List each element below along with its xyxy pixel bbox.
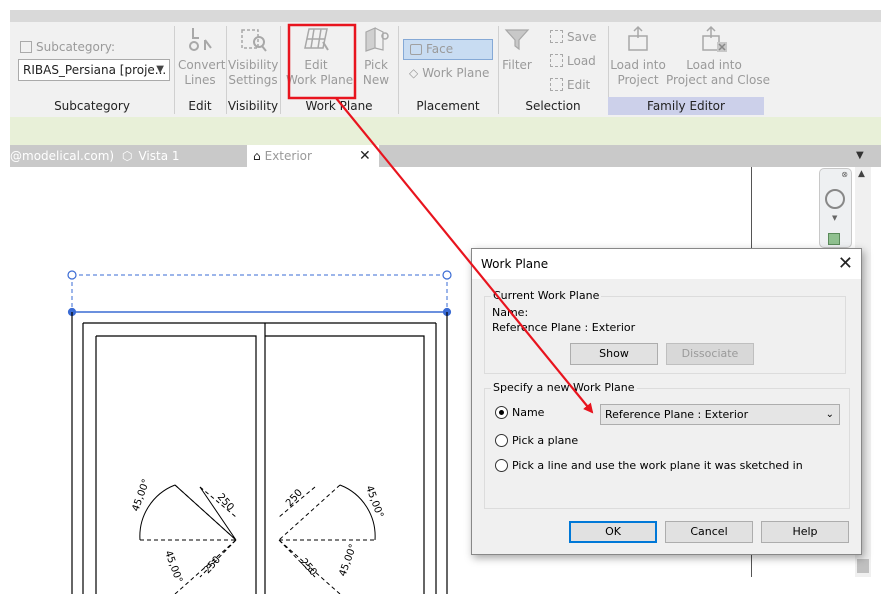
visibility-settings-icon (238, 24, 268, 54)
chevron-down-icon: ▼ (156, 64, 164, 75)
chevron-down-icon[interactable]: ▼ (832, 214, 837, 222)
pick-line-label: Pick a line and use the work plane it wa… (512, 459, 803, 472)
tab-list-chevron-icon[interactable]: ▼ (856, 145, 868, 167)
tab-vista-1[interactable]: ⬡ Vista 1 (122, 145, 222, 167)
close-icon[interactable]: ✕ (359, 145, 371, 167)
pick-plane-label: Pick a plane (512, 434, 579, 447)
name-label: Name: (492, 306, 529, 319)
work-plane-name-dropdown[interactable]: Reference Plane : Exterior ⌄ (600, 404, 840, 425)
subcategory-panel: Subcategory: RIBAS_Persiana [proje... ▼ … (10, 22, 174, 117)
navigation-bar: ⊗ ▼ (819, 168, 852, 248)
subcategory-label: Subcategory: (20, 40, 115, 54)
selection-save-button[interactable]: Save (550, 28, 596, 46)
close-icon[interactable]: ✕ (838, 251, 853, 277)
edit-panel: Convert Lines Edit (174, 22, 226, 117)
work-plane-dialog: Work Plane ✕ Current Work Plane Name: Re… (471, 248, 862, 555)
visibility-panel: Visibility Settings Visibility (226, 22, 280, 117)
pick-plane-radio[interactable] (495, 434, 508, 447)
visibility-settings-button[interactable]: Visibility Settings (228, 24, 278, 88)
zoom-icon[interactable] (828, 233, 840, 245)
ok-button[interactable]: OK (569, 521, 657, 543)
dimension-angle-left: 45,00° (130, 478, 152, 513)
close-icon[interactable]: ⊗ (841, 170, 848, 179)
selection-load-button[interactable]: Load (550, 52, 596, 70)
help-button[interactable]: Help (761, 521, 849, 543)
face-placement-button[interactable]: Face (403, 39, 493, 60)
selection-panel: Filter Save Load Edit Selection (498, 22, 608, 117)
3d-view-icon: ⬡ (122, 149, 133, 163)
dissociate-button[interactable]: Dissociate (666, 343, 754, 365)
convert-lines-icon (185, 24, 215, 54)
dialog-title: Work Plane ✕ (472, 249, 861, 279)
filter-funnel-icon (502, 24, 532, 54)
selection-panel-label: Selection (525, 99, 581, 113)
house-icon: ⌂ (253, 149, 261, 163)
pick-new-button[interactable]: Pick New (356, 24, 396, 88)
ribbon: Subcategory: RIBAS_Persiana [proje... ▼ … (10, 22, 881, 117)
tab-exterior[interactable]: ⌂ Exterior ✕ (247, 145, 379, 167)
tab-project[interactable]: @modelical.com) (10, 145, 114, 167)
name-radio-label: Name (512, 406, 545, 419)
face-icon (410, 44, 422, 55)
current-work-plane-group: Current Work Plane (484, 289, 846, 374)
edit-work-plane-button[interactable]: Edit Work Plane (286, 24, 353, 88)
work-plane-placement-button[interactable]: ◇ Work Plane (403, 63, 493, 83)
convert-lines-button[interactable]: Convert Lines (178, 24, 225, 88)
scroll-thumb[interactable] (857, 559, 869, 573)
selection-edit-button[interactable]: Edit (550, 76, 590, 94)
placement-panel-label: Placement (416, 99, 480, 113)
title-strip (10, 10, 881, 22)
subcategory-dropdown[interactable]: RIBAS_Persiana [proje... ▼ (18, 59, 170, 81)
edit-selection-icon (550, 78, 563, 91)
chevron-down-icon: ⌄ (825, 409, 834, 420)
save-selection-icon (550, 30, 563, 43)
load-into-project-close-icon (699, 24, 729, 54)
work-plane-panel-label: Work Plane (305, 99, 373, 113)
filter-button[interactable]: Filter (500, 24, 534, 73)
dimension-angle-right: 45,00° (363, 484, 385, 519)
load-into-project-button[interactable]: Load into Project (610, 24, 666, 88)
current-plane-name: Reference Plane : Exterior (492, 321, 636, 334)
dimension-angle-left-bottom: 45,00° (162, 549, 184, 584)
load-selection-icon (550, 54, 563, 67)
scroll-up-icon[interactable]: ▲ (858, 169, 865, 179)
edit-panel-label: Edit (188, 99, 212, 113)
dimension-angle-right-bottom: 45,00° (337, 543, 359, 578)
work-plane-panel: Edit Work Plane Pick New Work Plane (280, 22, 398, 117)
pick-line-radio[interactable] (495, 459, 508, 472)
load-into-project-icon (623, 24, 653, 54)
dimension-length-right-top: 250 (284, 487, 305, 509)
work-plane-grid-icon (301, 24, 331, 54)
subcategory-icon (20, 41, 32, 53)
visibility-panel-label: Visibility (227, 99, 279, 113)
subcategory-panel-label: Subcategory (54, 99, 130, 113)
cancel-button[interactable]: Cancel (665, 521, 753, 543)
view-tab-bar: @modelical.com) ⬡ Vista 1 ⌂ Exterior ✕ ▼ (10, 145, 881, 167)
dimension-length-right-bottom: 250 (298, 557, 319, 579)
show-button[interactable]: Show (570, 343, 658, 365)
work-plane-diamond-icon: ◇ (409, 66, 419, 80)
options-bar (10, 117, 881, 145)
pick-new-icon (361, 24, 391, 54)
family-editor-panel: Load into Project Load into Project and … (608, 22, 770, 117)
name-radio[interactable] (495, 406, 508, 419)
steering-wheel-2d-icon[interactable] (825, 189, 845, 209)
dimension-length-left-top: 250 (215, 492, 236, 514)
load-into-project-and-close-button[interactable]: Load into Project and Close (666, 24, 770, 88)
dimension-length-left-bottom: 250 (202, 554, 223, 576)
family-editor-panel-label: Family Editor (608, 97, 764, 115)
